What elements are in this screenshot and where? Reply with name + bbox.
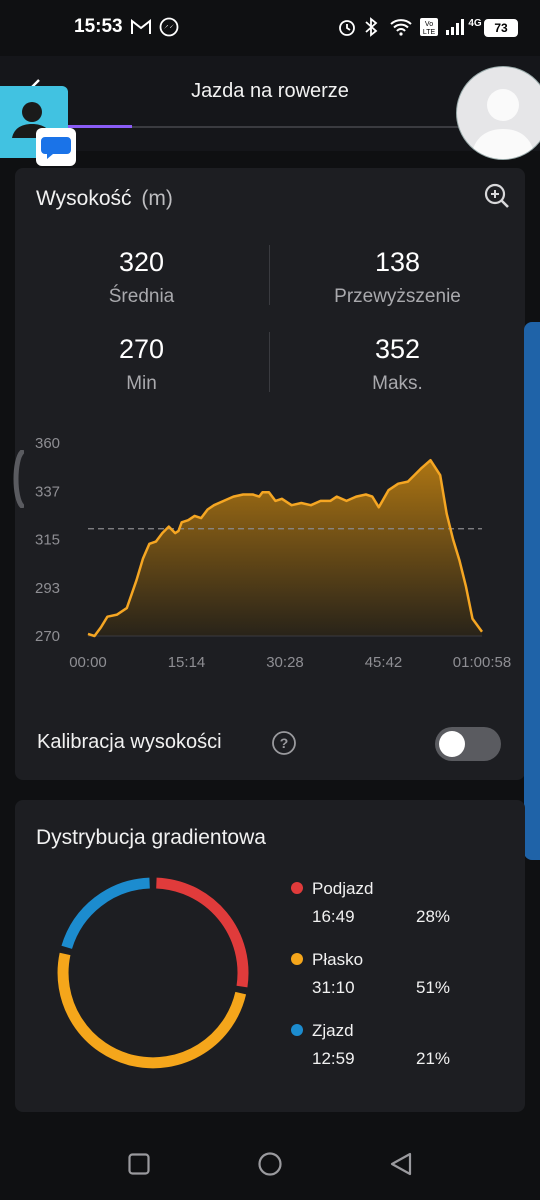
x-tick-label: 00:00 bbox=[69, 654, 107, 671]
altitude-chart: 360 337 315 293 270 00:00 15:14 30:28 45:42 01:0… bbox=[35, 435, 511, 671]
legend-flat-time: 31:10 bbox=[312, 978, 355, 997]
x-tick-label: 01:00:58 bbox=[453, 654, 511, 671]
stat-average-label: Średnia bbox=[108, 286, 175, 307]
y-tick-label: 270 bbox=[35, 628, 60, 645]
legend-descent-name: Zjazd bbox=[312, 1021, 354, 1040]
legend-flat-name: Płasko bbox=[312, 950, 364, 969]
svg-text:?: ? bbox=[280, 735, 289, 751]
help-circle-icon[interactable]: ? bbox=[271, 730, 297, 756]
legend-dot-flat bbox=[291, 953, 303, 965]
legend-descent-time: 12:59 bbox=[312, 1049, 355, 1068]
messages-app-badge bbox=[36, 128, 76, 166]
legend-descent-percent: 21% bbox=[416, 1049, 451, 1068]
stat-min-label: Min bbox=[126, 373, 157, 394]
y-tick-label: 360 bbox=[35, 435, 60, 452]
svg-text:LTE: LTE bbox=[423, 29, 436, 36]
stat-divider-top bbox=[269, 245, 270, 305]
calibration-toggle[interactable] bbox=[435, 727, 501, 761]
volte-icon: Vo LTE bbox=[418, 16, 440, 38]
stat-gain-label: Przewyższenie bbox=[334, 286, 461, 307]
signal-icon bbox=[444, 16, 466, 38]
toggle-knob bbox=[439, 731, 465, 757]
side-panel-tab[interactable] bbox=[524, 322, 540, 860]
donut-segment-climb bbox=[156, 877, 249, 988]
donut-segment-descent bbox=[61, 877, 150, 950]
back-button[interactable] bbox=[388, 1151, 414, 1177]
profile-avatar-icon[interactable] bbox=[456, 66, 540, 160]
chat-bubble-icon bbox=[41, 137, 71, 159]
home-button[interactable] bbox=[257, 1151, 283, 1177]
svg-text:Vo: Vo bbox=[425, 21, 433, 28]
y-tick-label: 337 bbox=[35, 483, 60, 500]
stat-gain-value: 138 bbox=[374, 247, 421, 277]
stat-max-value: 352 bbox=[374, 334, 421, 364]
alarm-icon bbox=[336, 16, 358, 38]
edge-panel-handle[interactable] bbox=[10, 449, 25, 509]
x-tick-label: 15:14 bbox=[168, 654, 206, 671]
battery-indicator: 73 bbox=[484, 19, 518, 37]
y-tick-label: 293 bbox=[35, 580, 60, 597]
stat-max-label: Maks. bbox=[372, 373, 423, 394]
gmail-notification-icon bbox=[130, 16, 152, 38]
y-tick-label: 315 bbox=[35, 532, 60, 549]
legend-flat-percent: 51% bbox=[416, 978, 451, 997]
triangle-back-icon bbox=[390, 1152, 412, 1176]
altitude-title-text: Wysokość bbox=[36, 187, 132, 210]
altitude-unit: (m) bbox=[141, 187, 173, 210]
x-tick-label: 30:28 bbox=[266, 654, 304, 671]
altitude-title: Wysokość (m) bbox=[36, 187, 173, 211]
legend-climb-time: 16:49 bbox=[312, 907, 355, 926]
donut-segment-flat bbox=[57, 952, 247, 1069]
legend-climb-name: Podjazd bbox=[312, 879, 374, 898]
wifi-icon bbox=[388, 16, 414, 38]
gradient-donut-chart bbox=[57, 877, 249, 1069]
stat-min-value: 270 bbox=[118, 334, 165, 364]
status-bar: 15:53 Vo LTE 4G 73 bbox=[0, 0, 540, 56]
stat-divider-bottom bbox=[269, 332, 270, 392]
recent-apps-button[interactable] bbox=[127, 1152, 151, 1176]
gradient-title: Dystrybucja gradientowa bbox=[36, 826, 266, 849]
legend-dot-descent bbox=[291, 1024, 303, 1036]
calibration-label: Kalibracja wysokości bbox=[37, 731, 222, 753]
stat-average-value: 320 bbox=[118, 247, 165, 277]
network-type: 4G bbox=[468, 17, 482, 29]
legend-dot-climb bbox=[291, 882, 303, 894]
circle-icon bbox=[258, 1152, 282, 1176]
x-tick-label: 45:42 bbox=[365, 654, 403, 671]
messenger-notification-icon bbox=[158, 16, 180, 38]
status-time: 15:53 bbox=[74, 16, 123, 37]
zoom-in-icon[interactable] bbox=[483, 182, 511, 210]
bluetooth-icon bbox=[362, 16, 380, 38]
square-icon bbox=[128, 1153, 150, 1175]
legend-climb-percent: 28% bbox=[416, 907, 451, 926]
